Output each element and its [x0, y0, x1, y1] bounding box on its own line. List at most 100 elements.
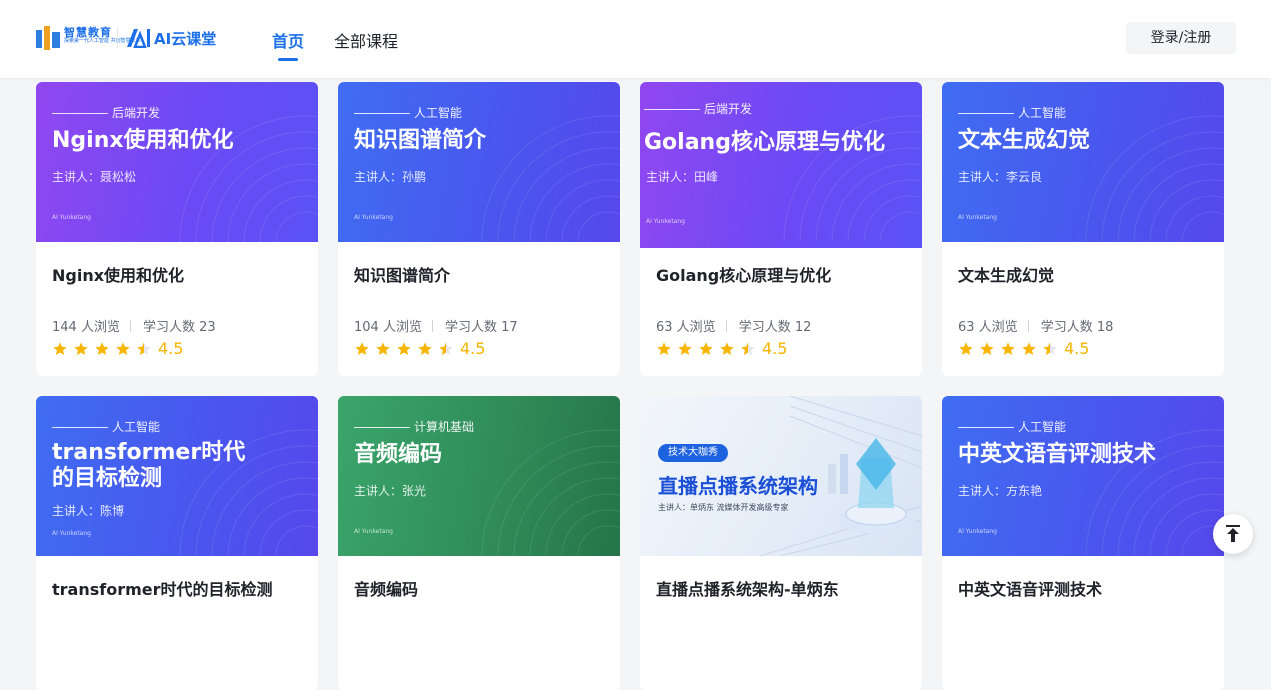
- stats-divider: [129, 320, 131, 332]
- rating-stars: 4.5: [958, 338, 1090, 358]
- course-cover: 人工智能 transformer时代 的目标检测 主讲人：陈博 AI Yunke…: [36, 396, 318, 556]
- course-title[interactable]: 音频编码: [354, 576, 418, 600]
- star-icon: [699, 341, 713, 355]
- star-icon: [1001, 341, 1015, 355]
- course-cover-photo: 技术大咖秀 直播点播系统架构 主讲人：单炳东 流媒体开发高级专家: [640, 396, 922, 556]
- course-card[interactable]: 人工智能 文本生成幻觉 主讲人：李云良 AI Yunketang 文本生成幻觉 …: [942, 82, 1224, 376]
- photo-cover-title: 直播点播系统架构: [658, 474, 818, 498]
- cover-brand: AI Yunketang: [958, 214, 997, 221]
- course-category: 后端开发: [52, 104, 160, 121]
- course-title[interactable]: Nginx使用和优化: [52, 262, 184, 286]
- stats-divider: [725, 320, 727, 332]
- cover-brand: AI Yunketang: [354, 528, 393, 535]
- view-count: 63 人浏览: [656, 320, 716, 335]
- course-stats: 63 人浏览 学习人数 18: [958, 316, 1113, 335]
- zhihui-logo-mark-icon: [36, 26, 60, 50]
- course-cover: 人工智能 中英文语音评测技术 主讲人：方东艳 AI Yunketang: [942, 396, 1224, 556]
- half-star-icon: [137, 341, 151, 355]
- cover-brand: AI Yunketang: [354, 214, 393, 221]
- nav-all-courses[interactable]: 全部课程: [334, 28, 398, 52]
- course-stats: 104 人浏览 学习人数 17: [354, 316, 518, 335]
- nav-home[interactable]: 首页: [272, 28, 304, 52]
- cover-brand: AI Yunketang: [52, 530, 91, 537]
- cover-brand: AI Yunketang: [646, 218, 685, 225]
- cover-title: 音频编码: [354, 442, 443, 467]
- course-stats: 63 人浏览 学习人数 12: [656, 316, 811, 335]
- lecturer: 主讲人：田峰: [646, 170, 719, 184]
- rating-stars: 4.5: [52, 338, 184, 358]
- star-icon: [376, 341, 390, 355]
- star-icon: [53, 341, 67, 355]
- rating-score: 4.5: [1064, 339, 1090, 358]
- course-title[interactable]: 知识图谱简介: [354, 262, 450, 286]
- course-category: 人工智能: [958, 104, 1066, 121]
- half-star-icon: [439, 341, 453, 355]
- course-card[interactable]: 后端开发 Golang核心原理与优化 主讲人：田峰 AI Yunketang G…: [640, 82, 922, 376]
- photo-cover-subtitle: 主讲人：单炳东 流媒体开发高级专家: [658, 503, 789, 512]
- view-count: 63 人浏览: [958, 320, 1018, 335]
- cover-title: 中英文语音评测技术: [958, 442, 1157, 467]
- lecturer: 主讲人：李云良: [958, 170, 1043, 184]
- course-card[interactable]: 人工智能 transformer时代 的目标检测 主讲人：陈博 AI Yunke…: [36, 396, 318, 690]
- learner-count: 学习人数 23: [142, 320, 216, 335]
- rating-score: 4.5: [158, 339, 184, 358]
- course-title[interactable]: transformer时代的目标检测: [52, 576, 273, 600]
- photo-badge: 技术大咖秀: [658, 444, 728, 462]
- cover-title: Golang核心原理与优化: [644, 130, 885, 155]
- cover-title: Nginx使用和优化: [52, 128, 234, 153]
- zhihui-education-logo[interactable]: 智慧教育 探索第一代人工智能 共创智慧未来: [36, 24, 141, 52]
- rating-stars: 4.5: [656, 338, 788, 358]
- course-title[interactable]: 直播点播系统架构-单炳东: [656, 576, 839, 600]
- rating-score: 4.5: [762, 339, 788, 358]
- star-icon: [678, 341, 692, 355]
- star-icon: [1022, 341, 1036, 355]
- view-count: 104 人浏览: [354, 320, 422, 335]
- star-icon: [74, 341, 88, 355]
- course-card[interactable]: 后端开发 Nginx使用和优化 主讲人：聂松松 AI Yunketang Ngi…: [36, 82, 318, 376]
- course-cover: 计算机基础 音频编码 主讲人：张光 AI Yunketang: [338, 396, 620, 556]
- course-category: 人工智能: [354, 104, 462, 121]
- star-icon: [95, 341, 109, 355]
- course-cover: 人工智能 知识图谱简介 主讲人：孙鹏 AI Yunketang: [338, 82, 620, 242]
- course-card[interactable]: 人工智能 知识图谱简介 主讲人：孙鹏 AI Yunketang 知识图谱简介 1…: [338, 82, 620, 376]
- course-title[interactable]: Golang核心原理与优化: [656, 262, 831, 286]
- course-card[interactable]: 人工智能 中英文语音评测技术 主讲人：方东艳 AI Yunketang 中英文语…: [942, 396, 1224, 690]
- top-header: 智慧教育 探索第一代人工智能 共创智慧未来 AI云课堂 首页 全部课程 登录/注…: [0, 0, 1271, 78]
- rating-score: 4.5: [460, 339, 486, 358]
- back-to-top-icon: [1226, 525, 1240, 542]
- lecturer: 主讲人：孙鹏: [354, 170, 427, 184]
- half-star-icon: [741, 341, 755, 355]
- course-cover: 后端开发 Nginx使用和优化 主讲人：聂松松 AI Yunketang: [36, 82, 318, 242]
- back-to-top-button[interactable]: [1213, 514, 1253, 554]
- lecturer: 主讲人：方东艳: [958, 484, 1043, 498]
- stats-divider: [431, 320, 433, 332]
- course-stats: 144 人浏览 学习人数 23: [52, 316, 216, 335]
- cover-brand: AI Yunketang: [958, 528, 997, 535]
- star-icon: [720, 341, 734, 355]
- course-cover: 人工智能 文本生成幻觉 主讲人：李云良 AI Yunketang: [942, 82, 1224, 242]
- cover-title-line2: 的目标检测: [52, 466, 163, 491]
- cover-brand: AI Yunketang: [52, 214, 91, 221]
- course-card[interactable]: 计算机基础 音频编码 主讲人：张光 AI Yunketang 音频编码: [338, 396, 620, 690]
- rating-stars: 4.5: [354, 338, 486, 358]
- star-icon: [116, 341, 130, 355]
- view-count: 144 人浏览: [52, 320, 120, 335]
- logo-secondary-text: AI云课堂: [154, 30, 217, 48]
- star-icon: [397, 341, 411, 355]
- lecturer: 主讲人：张光: [354, 484, 427, 498]
- cover-title-line1: transformer时代: [52, 440, 246, 465]
- login-register-button[interactable]: 登录/注册: [1126, 22, 1236, 54]
- logo-divider: [117, 27, 118, 49]
- lecturer: 主讲人：聂松松: [52, 170, 137, 184]
- lecturer: 主讲人：陈博: [52, 504, 125, 518]
- learner-count: 学习人数 18: [1040, 320, 1114, 335]
- course-card[interactable]: 技术大咖秀 直播点播系统架构 主讲人：单炳东 流媒体开发高级专家 直播点播系统架…: [640, 396, 922, 690]
- course-category: 计算机基础: [354, 418, 474, 435]
- half-star-icon: [1043, 341, 1057, 355]
- star-icon: [657, 341, 671, 355]
- stats-divider: [1027, 320, 1029, 332]
- course-title[interactable]: 文本生成幻觉: [958, 262, 1054, 286]
- star-icon: [418, 341, 432, 355]
- course-title[interactable]: 中英文语音评测技术: [958, 576, 1102, 600]
- nav-active-indicator: [278, 58, 298, 61]
